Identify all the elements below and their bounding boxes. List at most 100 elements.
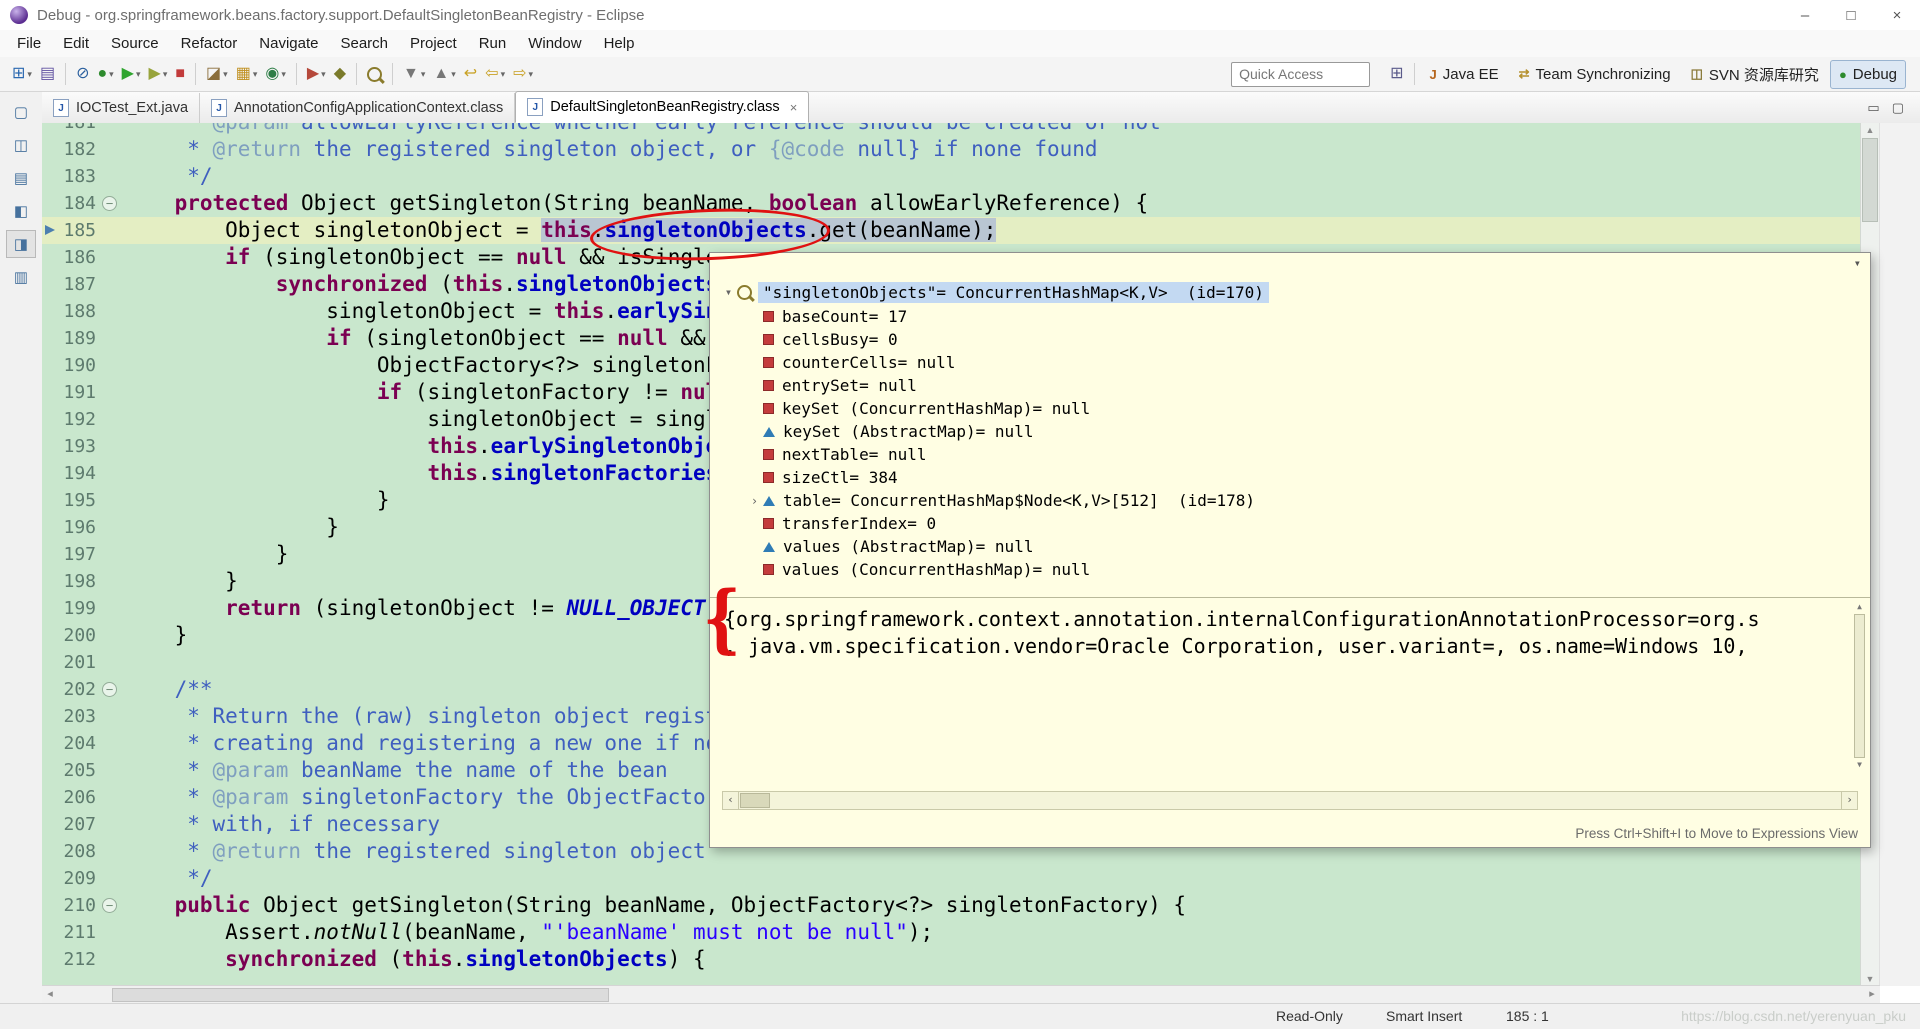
variable-row[interactable]: cellsBusy= 0 [710,328,1850,351]
variable-row[interactable]: counterCells= null [710,351,1850,374]
perspective-team-synchronizing[interactable]: ⇄ Team Synchronizing [1510,60,1680,89]
menu-run[interactable]: Run [468,35,518,52]
maximize-button[interactable]: □ [1828,0,1874,30]
line-number[interactable]: 195 [42,487,96,514]
menu-project[interactable]: Project [399,35,468,52]
perspective-svn[interactable]: ◫ SVN 资源库研究 [1682,60,1828,89]
variable-root-row[interactable]: ▾ "singletonObjects"= ConcurrentHashMap<K… [710,279,1850,305]
run-button[interactable]: ▶ ▾ [119,61,144,87]
line-number[interactable]: 207 [42,811,96,838]
scroll-up-arrow-icon[interactable]: ▲ [1852,601,1867,613]
popup-horizontal-scrollbar[interactable]: ‹ › [722,791,1858,810]
variable-row[interactable]: baseCount= 17 [710,305,1850,328]
editor-tab[interactable]: J DefaultSingletonBeanRegistry.class × [515,91,810,123]
open-perspective-button[interactable]: ⊞ [1387,61,1406,87]
line-number[interactable]: 211 [42,919,96,946]
new-package-button[interactable]: ▦ ▾ [233,61,261,87]
maximize-view-icon[interactable]: ▢ [1892,100,1904,116]
line-number[interactable]: 212 [42,946,96,973]
menu-search[interactable]: Search [329,35,399,52]
restore-views-icon[interactable]: ▢ [6,98,36,126]
line-number[interactable]: 192 [42,406,96,433]
variable-row[interactable]: entrySet= null [710,374,1850,397]
ant-build-button[interactable]: ◆ [331,61,349,87]
line-number[interactable]: 186 [42,244,96,271]
menu-source[interactable]: Source [100,35,170,52]
expand-arrow-icon[interactable]: › [746,494,763,508]
menu-help[interactable]: Help [593,35,646,52]
close-button[interactable]: × [1874,0,1920,30]
line-number[interactable]: 205 [42,757,96,784]
back-button[interactable]: ⇦ ▾ [482,61,508,87]
scroll-up-arrow-icon[interactable]: ▲ [1861,123,1879,137]
last-edit-location-button[interactable]: ↩ [461,61,480,87]
expand-arrow-icon[interactable]: ▾ [720,285,737,299]
chevron-down-icon[interactable]: ▾ [1854,256,1861,270]
line-number[interactable]: 184 [42,190,96,217]
line-number[interactable]: 208 [42,838,96,865]
scroll-left-arrow-icon[interactable]: ◂ [42,986,58,1004]
fold-collapse-icon[interactable]: − [102,196,117,211]
editor-tab[interactable]: J IOCTest_Ext.java [42,93,201,123]
scroll-left-arrow-icon[interactable]: ‹ [723,792,739,809]
variable-row[interactable]: nextTable= null [710,443,1850,466]
next-annotation-button[interactable]: ▼ ▾ [400,61,428,87]
editor-horizontal-scrollbar[interactable]: ◂ ▸ [42,985,1880,1004]
line-number[interactable]: 188 [42,298,96,325]
line-number[interactable]: 210 [42,892,96,919]
line-number[interactable]: 181 [42,123,96,136]
variable-row[interactable]: keySet (AbstractMap)= null [710,420,1850,443]
menu-refactor[interactable]: Refactor [170,35,249,52]
new-class-button[interactable]: ◉ ▾ [262,61,289,87]
variable-row[interactable]: sizeCtl= 384 [710,466,1850,489]
breakpoints-view-shortcut-icon[interactable]: ◨ [6,230,36,258]
menu-edit[interactable]: Edit [52,35,100,52]
editor-tab[interactable]: J AnnotationConfigApplicationContext.clas… [200,93,516,123]
servers-view-shortcut-icon[interactable]: ◧ [6,197,36,225]
minimize-view-icon[interactable]: ▭ [1867,100,1879,116]
scroll-down-arrow-icon[interactable]: ▼ [1861,972,1879,986]
external-tools-button[interactable]: ▶ ▾ [304,61,329,87]
line-number[interactable]: 183 [42,163,96,190]
line-number[interactable]: 190 [42,352,96,379]
line-number[interactable]: 202 [42,676,96,703]
line-number[interactable]: 194 [42,460,96,487]
scroll-right-arrow-icon[interactable]: ▸ [1864,986,1880,1004]
variable-row[interactable]: › table= ConcurrentHashMap$Node<K,V>[512]… [710,489,1850,512]
popup-scroll-thumb[interactable] [740,793,770,808]
scroll-down-arrow-icon[interactable]: ▼ [1852,759,1867,771]
menu-window[interactable]: Window [517,35,592,52]
skip-all-breakpoints-button[interactable]: ⊘ [73,61,92,87]
variable-row[interactable]: values (AbstractMap)= null [710,535,1850,558]
debug-view-shortcut-icon[interactable]: ▤ [6,164,36,192]
line-number[interactable]: 197 [42,541,96,568]
forward-button[interactable]: ⇨ ▾ [510,61,536,87]
line-number[interactable]: 196 [42,514,96,541]
search-button[interactable] [364,61,385,87]
line-number[interactable]: 204 [42,730,96,757]
variable-row[interactable]: keySet (ConcurrentHashMap)= null [710,397,1850,420]
line-number[interactable]: 200 [42,622,96,649]
terminate-button[interactable]: ■ [172,61,188,87]
vertical-scroll-thumb[interactable] [1862,138,1878,222]
line-number[interactable]: 191 [42,379,96,406]
fold-collapse-icon[interactable]: − [102,682,117,697]
line-number[interactable]: 199 [42,595,96,622]
scroll-right-arrow-icon[interactable]: › [1841,792,1857,809]
line-number[interactable]: 201 [42,649,96,676]
menu-navigate[interactable]: Navigate [248,35,329,52]
line-number[interactable]: 203 [42,703,96,730]
perspective-debug[interactable]: ● Debug [1829,59,1906,89]
line-number[interactable]: 182 [42,136,96,163]
line-number[interactable]: 209 [42,865,96,892]
minimize-button[interactable]: – [1782,0,1828,30]
save-button[interactable]: ▤ [37,61,58,87]
detail-scroll-thumb[interactable] [1854,614,1865,758]
line-number[interactable]: 206 [42,784,96,811]
fold-collapse-icon[interactable]: − [102,898,117,913]
quick-access-input[interactable]: Quick Access [1231,61,1371,87]
line-number[interactable]: 189 [42,325,96,352]
detail-pane[interactable]: {org.springframework.context.annotation.… [710,597,1870,784]
horizontal-scroll-thumb[interactable] [112,988,609,1002]
expressions-view-shortcut-icon[interactable]: ▥ [6,263,36,291]
